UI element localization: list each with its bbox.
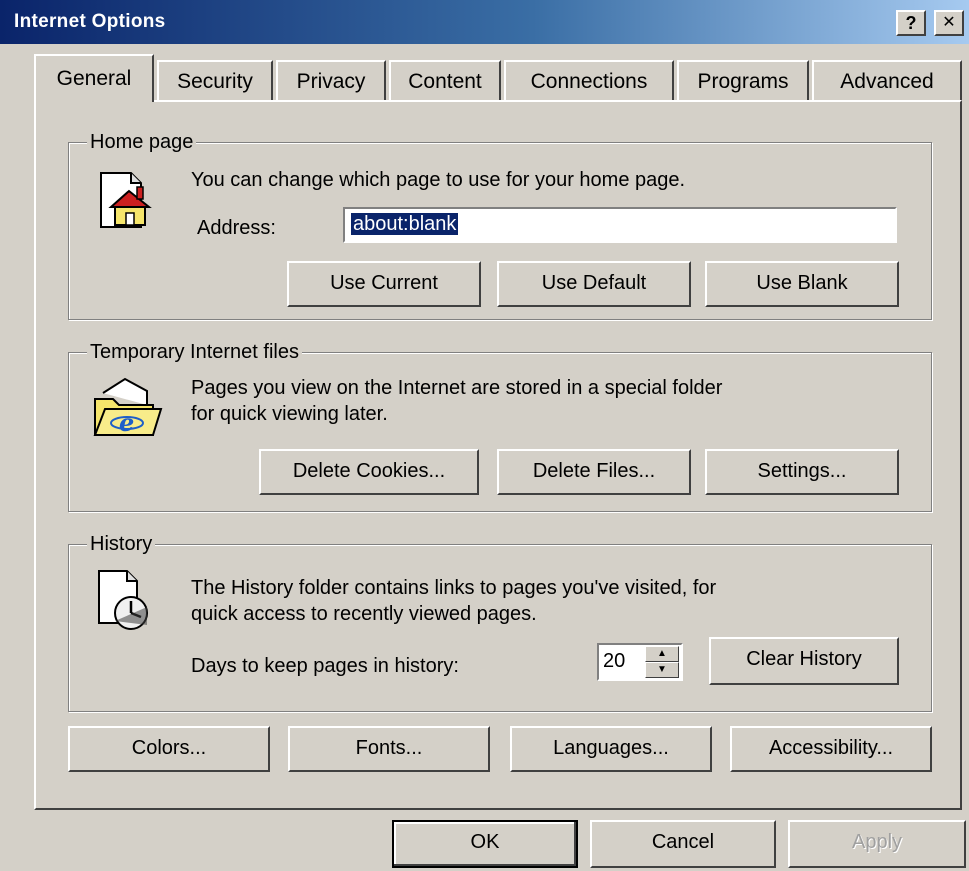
settings-button[interactable]: Settings... [705,449,899,495]
address-value: about:blank [351,213,459,235]
delete-cookies-button[interactable]: Delete Cookies... [259,449,479,495]
use-blank-button[interactable]: Use Blank [705,261,899,307]
temporary-files-description-line1: Pages you view on the Internet are store… [191,377,723,399]
fonts-button[interactable]: Fonts... [288,726,490,772]
history-description-line1: The History folder contains links to pag… [191,577,717,599]
tab-advanced[interactable]: Advanced [812,60,962,100]
svg-text:e: e [119,408,134,437]
tab-general[interactable]: General [34,54,154,102]
temporary-files-description-line2: for quick viewing later. [191,403,388,425]
home-page-description: You can change which page to use for you… [191,169,686,191]
home-page-group: Home page You can change which page to u… [68,129,932,320]
temporary-internet-files-group: Temporary Internet files e Pages you vie… [68,339,932,512]
cancel-button[interactable]: Cancel [590,820,776,868]
colors-button[interactable]: Colors... [68,726,270,772]
ok-button[interactable]: OK [392,820,578,868]
address-label: Address: [197,217,276,239]
use-current-button[interactable]: Use Current [287,261,481,307]
tab-programs[interactable]: Programs [677,60,809,100]
days-to-keep-value: 20 [603,650,626,672]
tab-connections[interactable]: Connections [504,60,674,100]
use-default-button[interactable]: Use Default [497,261,691,307]
apply-button[interactable]: Apply [788,820,966,868]
days-to-keep-label: Days to keep pages in history: [191,655,459,677]
spinner-up-arrow-icon[interactable]: ▲ [645,646,679,662]
help-button[interactable]: ? [896,10,926,36]
delete-files-button[interactable]: Delete Files... [497,449,691,495]
home-page-legend: Home page [87,129,197,155]
title-bar: Internet Options ? ✕ [0,0,969,44]
temporary-files-folder-icon: e [93,377,163,437]
home-page-address-field[interactable]: about:blank [343,207,897,243]
tab-content[interactable]: Content [389,60,501,100]
accessibility-button[interactable]: Accessibility... [730,726,932,772]
history-group: History The History folder contains link… [68,531,932,712]
window-title: Internet Options [14,11,166,32]
history-clock-icon [98,570,148,630]
tab-security[interactable]: Security [157,60,273,100]
home-page-icon [100,172,152,228]
languages-button[interactable]: Languages... [510,726,712,772]
history-legend: History [87,531,156,557]
tab-privacy[interactable]: Privacy [276,60,386,100]
close-button[interactable]: ✕ [934,10,964,36]
temporary-files-legend: Temporary Internet files [87,339,302,365]
clear-history-button[interactable]: Clear History [709,637,899,685]
days-to-keep-spinner[interactable]: 20 ▲ ▼ [597,643,683,681]
general-tab-panel: Home page You can change which page to u… [34,100,962,810]
spinner-down-arrow-icon[interactable]: ▼ [645,662,679,678]
history-description-line2: quick access to recently viewed pages. [191,603,537,625]
